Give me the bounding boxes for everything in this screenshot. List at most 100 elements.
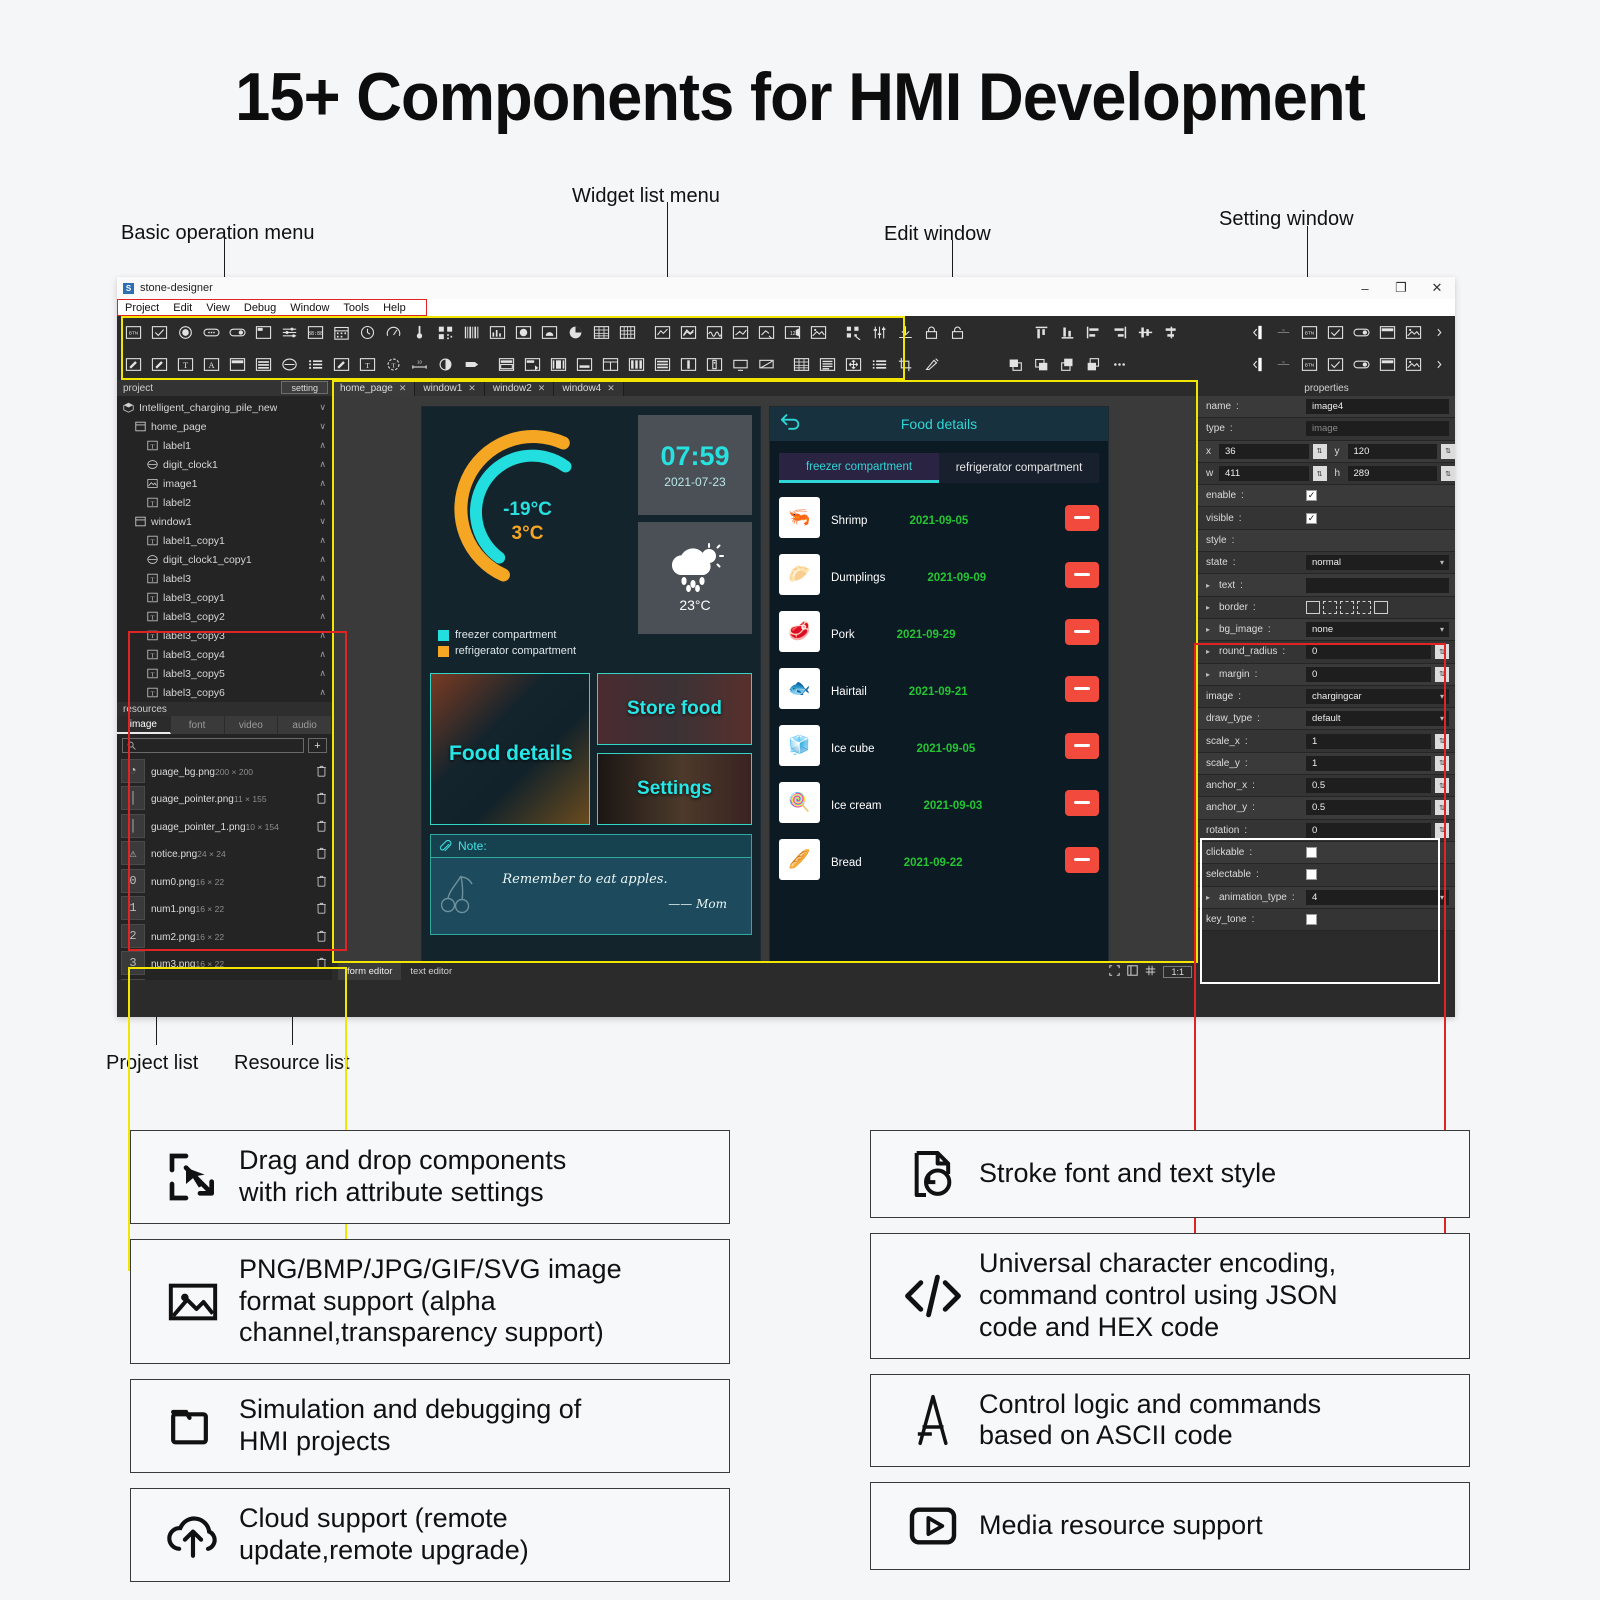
delete-resource-icon[interactable]	[314, 875, 328, 887]
expand-icon[interactable]: ▸	[1206, 670, 1214, 679]
lock-closed-icon[interactable]	[921, 323, 942, 342]
line-chart-icon[interactable]	[652, 323, 673, 342]
align-right-icon[interactable]	[1109, 323, 1130, 342]
resource-item[interactable]: │ guage_pointer.png11 × 155	[117, 785, 332, 813]
editor-tab-home_page[interactable]: home_page ✕	[332, 380, 416, 396]
qr-code-icon[interactable]	[435, 323, 456, 342]
tree-node[interactable]: digit_clock1_copy1 ∧	[117, 550, 332, 569]
property-input[interactable]: 1	[1306, 755, 1431, 771]
dim-widget-icon[interactable]: w	[1273, 355, 1294, 374]
download-icon[interactable]	[895, 323, 916, 342]
border-style-dashdot[interactable]	[1357, 600, 1371, 614]
grid-widget-icon[interactable]	[617, 323, 638, 342]
checkbox-widget-icon[interactable]	[1325, 323, 1346, 342]
thermometer-icon[interactable]	[409, 323, 430, 342]
chevron-icon[interactable]: ∨	[319, 516, 326, 527]
property-input[interactable]: image	[1306, 421, 1449, 437]
expand-icon[interactable]: ▸	[1206, 603, 1214, 612]
expand-icon[interactable]: ▸	[1206, 625, 1214, 634]
maximize-button[interactable]: ❐	[1383, 277, 1419, 299]
tree-node[interactable]: Tlabel2 ∧	[117, 493, 332, 512]
expand-icon[interactable]: ▸	[1206, 893, 1214, 902]
tree-node[interactable]: Intelligent_charging_pile_new ∨	[117, 398, 332, 417]
grid-layout-icon[interactable]	[791, 355, 812, 374]
delete-food-button[interactable]	[1065, 504, 1099, 531]
menu-project[interactable]: Project	[125, 302, 159, 314]
bar-chart-icon[interactable]	[487, 323, 508, 342]
tab-freezer-compartment[interactable]: freezer compartment	[779, 453, 939, 483]
radio-widget-icon[interactable]	[175, 323, 196, 342]
expand-icon[interactable]: ▸	[1206, 581, 1214, 590]
bring-to-front-icon[interactable]	[1005, 355, 1026, 374]
bullet-list-icon[interactable]	[305, 355, 326, 374]
border-style-dashed[interactable]	[1323, 600, 1337, 614]
property-input[interactable]: 0	[1306, 822, 1431, 838]
combo-widget-icon[interactable]	[279, 355, 300, 374]
align-center-v-icon[interactable]	[1135, 323, 1156, 342]
tree-node[interactable]: Tlabel1 ∧	[117, 436, 332, 455]
chevron-icon[interactable]: ∧	[319, 535, 326, 546]
chevron-icon[interactable]: ∧	[319, 592, 326, 603]
property-select[interactable]: 4 ▾	[1306, 889, 1449, 905]
settings-sliders-icon[interactable]	[869, 323, 890, 342]
button-widget-icon[interactable]: BTN	[1299, 323, 1320, 342]
property-input[interactable]: image4	[1306, 399, 1449, 415]
tree-node[interactable]: Tlabel3_copy1 ∧	[117, 588, 332, 607]
resource-tab-video[interactable]: video	[225, 716, 279, 734]
resource-item[interactable]: 0 num0.png16 × 22	[117, 867, 332, 895]
chevron-icon[interactable]: ∧	[319, 459, 326, 470]
chevron-icon[interactable]: ∧	[319, 497, 326, 508]
property-input[interactable]: 0	[1306, 644, 1431, 660]
delete-food-button[interactable]	[1065, 846, 1099, 873]
tree-node[interactable]: Tlabel3_copy4 ∧	[117, 645, 332, 664]
text-rotate-icon[interactable]: T	[383, 355, 404, 374]
back-arrow-icon[interactable]	[780, 413, 802, 435]
monitor-alt-icon[interactable]	[756, 355, 777, 374]
chevron-icon[interactable]: ∧	[319, 440, 326, 451]
chevron-icon[interactable]: ∧	[319, 630, 326, 641]
tree-node[interactable]: Tlabel3_copy3 ∧	[117, 626, 332, 645]
table-widget-icon[interactable]	[591, 323, 612, 342]
table-rows-icon[interactable]	[652, 355, 673, 374]
editor-tab-window4[interactable]: window4 ✕	[554, 380, 624, 396]
resource-item[interactable]: 1 num1.png16 × 22	[117, 895, 332, 923]
area-chart-icon[interactable]	[678, 323, 699, 342]
close-tab-icon[interactable]: ✕	[607, 383, 615, 394]
grid-icon[interactable]	[1145, 965, 1156, 979]
add-resource-button[interactable]: +	[308, 738, 327, 753]
tree-node[interactable]: Tlabel3 ∧	[117, 569, 332, 588]
property-select[interactable]: default ▾	[1306, 711, 1449, 727]
delete-resource-icon[interactable]	[314, 792, 328, 804]
property-input[interactable]: 0.5	[1306, 778, 1431, 794]
delete-food-button[interactable]	[1065, 675, 1099, 702]
filmstrip-icon[interactable]	[548, 355, 569, 374]
chevron-icon[interactable]: ∨	[319, 402, 326, 413]
editor-canvas[interactable]: -19°C 3°C 07:59 2021-07-23 23°C freezer …	[332, 396, 1198, 963]
menu-help[interactable]: Help	[383, 302, 406, 314]
hmi-home-screen[interactable]: -19°C 3°C 07:59 2021-07-23 23°C freezer …	[421, 406, 761, 963]
close-tab-icon[interactable]: ✕	[399, 383, 407, 394]
stepper-icon[interactable]: ⇅	[1435, 800, 1449, 816]
panel-widget-icon[interactable]	[227, 355, 248, 374]
expand-right-icon[interactable]	[1429, 355, 1450, 374]
chevron-icon[interactable]: ∧	[319, 611, 326, 622]
property-input-2[interactable]: 289	[1347, 466, 1437, 482]
resource-tab-font[interactable]: font	[171, 716, 225, 734]
property-input[interactable]: 411	[1219, 466, 1309, 482]
move-icon[interactable]	[843, 355, 864, 374]
collapse-left-icon[interactable]	[1247, 323, 1268, 342]
list-widget-icon[interactable]	[253, 355, 274, 374]
border-style-solid[interactable]	[1306, 600, 1320, 614]
gauge-widget-icon[interactable]	[383, 323, 404, 342]
fit-view-icon[interactable]	[1109, 964, 1121, 979]
split-panel-icon[interactable]	[600, 355, 621, 374]
stepper-icon-2[interactable]: ⇅	[1441, 443, 1455, 459]
delete-resource-icon[interactable]	[314, 820, 328, 832]
chevron-icon[interactable]: ∧	[319, 649, 326, 660]
chevron-icon[interactable]: ∧	[319, 573, 326, 584]
barcode-icon[interactable]	[461, 323, 482, 342]
tab-text-editor[interactable]: text editor	[401, 963, 461, 980]
delete-resource-icon[interactable]	[314, 930, 328, 942]
editor-tab-window1[interactable]: window1 ✕	[415, 380, 485, 396]
delete-food-button[interactable]	[1065, 561, 1099, 588]
